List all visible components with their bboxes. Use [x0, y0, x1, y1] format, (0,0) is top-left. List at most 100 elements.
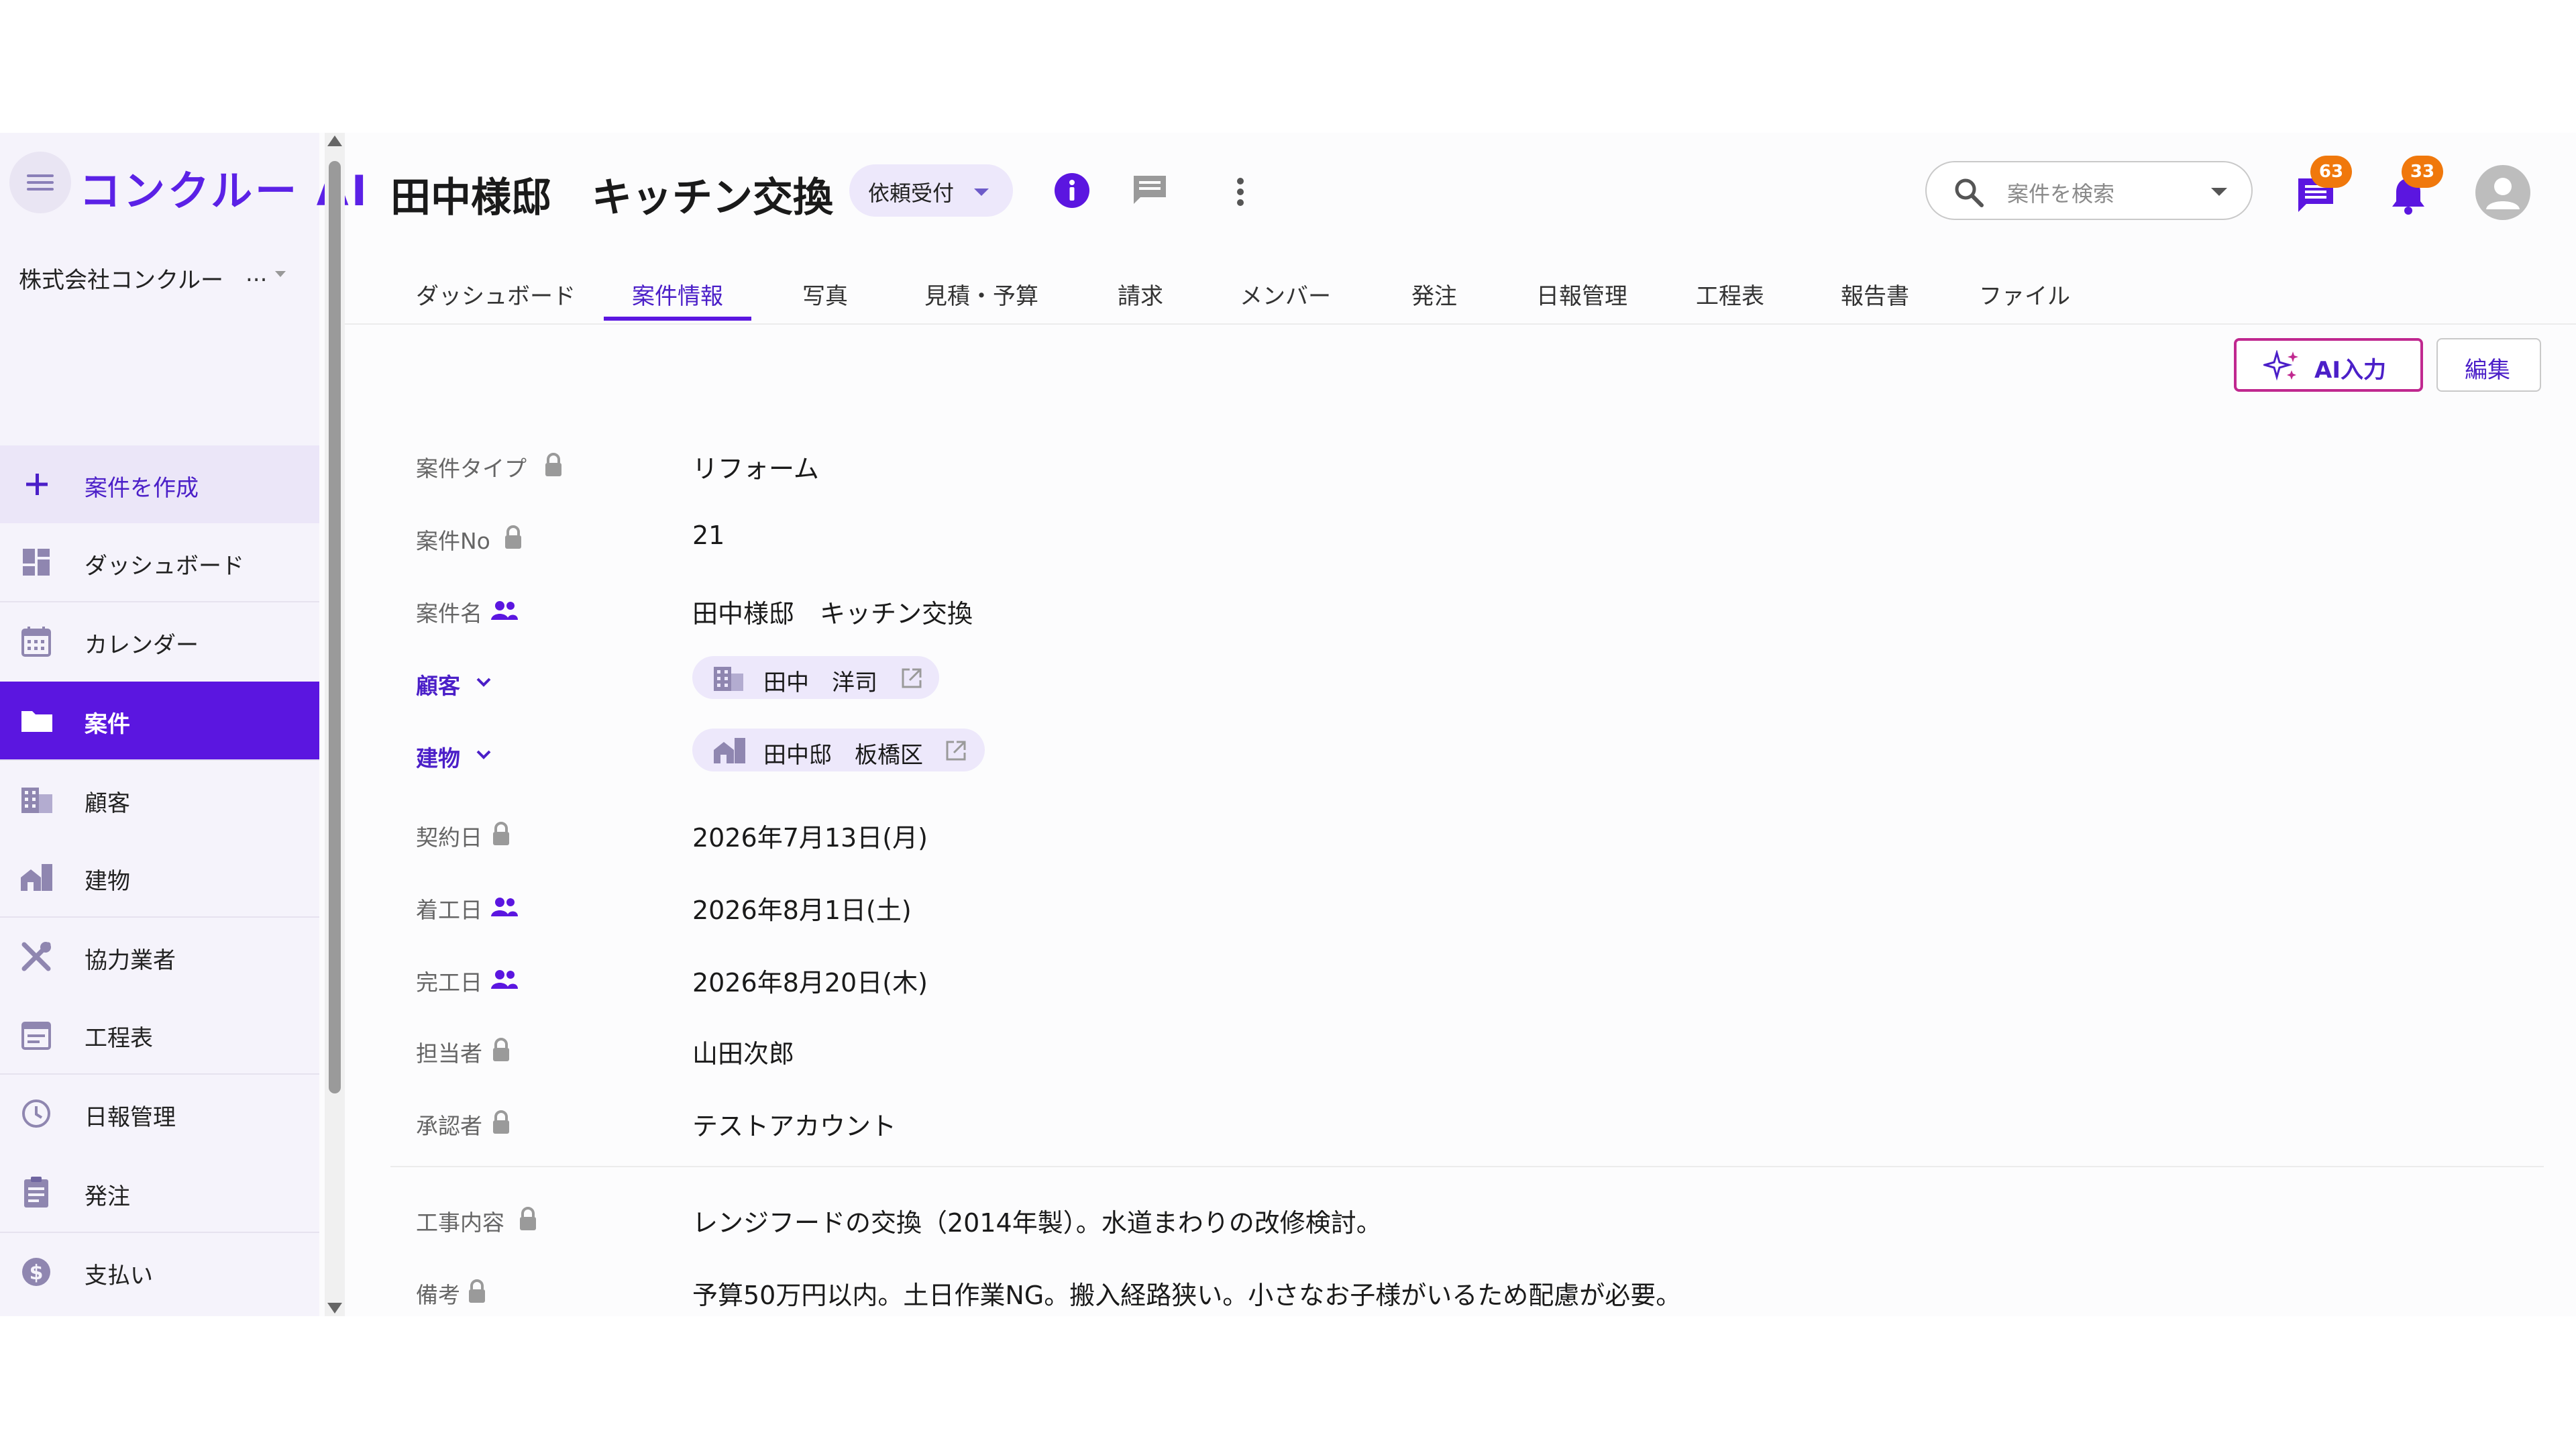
lock-icon: [493, 1038, 509, 1061]
tab-project-info[interactable]: 案件情報: [632, 278, 723, 311]
sidebar-item-buildings[interactable]: 建物: [0, 839, 319, 916]
field-label: 案件名: [416, 600, 482, 627]
field-label: 工事内容: [416, 1210, 504, 1236]
field-row-assignee: 担当者 山田次郎: [345, 1020, 2576, 1087]
field-row-project-type: 案件タイプ リフォーム: [345, 435, 2576, 502]
sidebar-scrollbar[interactable]: [325, 133, 345, 1316]
sidebar-item-label: 案件を作成: [85, 475, 199, 502]
info-icon[interactable]: [1052, 170, 1092, 211]
search-input[interactable]: 案件を検索: [2007, 177, 2114, 208]
svg-text:$: $: [30, 1261, 44, 1285]
company-name[interactable]: 株式会社コンクルー: [19, 262, 223, 294]
dashboard-icon: [23, 549, 50, 576]
ai-input-button[interactable]: AI入力: [2234, 338, 2423, 392]
status-dropdown[interactable]: 依頼受付: [849, 164, 1013, 217]
tab-members[interactable]: メンバー: [1240, 278, 1331, 311]
sidebar-item-create[interactable]: 案件を作成: [0, 445, 319, 523]
chevron-down-icon[interactable]: [474, 674, 494, 690]
building-link-chip[interactable]: 田中邸 板橋区: [692, 729, 985, 771]
tab-reports[interactable]: 報告書: [1841, 278, 1909, 311]
field-label[interactable]: 建物: [416, 741, 460, 773]
field-value: 21: [692, 521, 725, 550]
field-label: 完工日: [416, 969, 482, 996]
clipboard-icon: [24, 1177, 48, 1208]
field-label: 担当者: [416, 1040, 482, 1067]
tab-estimates[interactable]: 見積・予算: [924, 278, 1038, 311]
open-in-new-icon[interactable]: [900, 667, 923, 690]
sidebar-item-label: 協力業者: [85, 947, 176, 974]
avatar[interactable]: [2475, 165, 2530, 220]
field-label[interactable]: 顧客: [416, 668, 460, 700]
dollar-icon: $: [22, 1258, 50, 1286]
field-row-project-no: 案件No 21: [345, 507, 2576, 574]
menu-icon[interactable]: [9, 152, 71, 213]
lock-icon: [469, 1279, 485, 1303]
customer-link-chip[interactable]: 田中 洋司: [692, 656, 939, 699]
people-icon: [491, 601, 518, 620]
ai-input-label: AI入力: [2314, 357, 2386, 384]
company-more[interactable]: ...: [246, 260, 267, 287]
sidebar-item-orders[interactable]: 発注: [0, 1154, 319, 1232]
schedule-icon: [21, 1022, 51, 1050]
chevron-down-icon[interactable]: [275, 271, 286, 277]
field-row-start-date: 着工日 2026年8月1日(土): [345, 876, 2576, 943]
field-label: 案件タイプ: [416, 455, 527, 482]
comment-icon[interactable]: [1130, 172, 1170, 209]
field-row-customer: 顧客 田中 洋司: [345, 652, 2576, 719]
app-window: コンクルー AI 株式会社コンクルー ... 案件を作成 ダッシュボード カレン…: [0, 133, 2576, 1316]
calendar-icon: [21, 627, 51, 657]
building-icon: [714, 667, 743, 691]
scroll-thumb[interactable]: [329, 161, 341, 1093]
search-icon: [1955, 178, 1984, 207]
building-icon: [21, 788, 52, 813]
status-label: 依頼受付: [868, 180, 955, 206]
field-label: 備考: [416, 1282, 460, 1308]
sidebar-item-customers[interactable]: 顧客: [0, 761, 319, 839]
chevron-down-icon[interactable]: [2211, 188, 2227, 196]
field-value: レンジフードの交換（2014年製）。水道まわりの改修検討。: [692, 1208, 1382, 1238]
sidebar-item-label: 工程表: [85, 1025, 153, 1052]
field-row-notes: 備考 予算50万円以内。土日作業NG。搬入経路狭い。小さなお子様がいるため配慮が…: [345, 1261, 2576, 1316]
edit-label: 編集: [2465, 357, 2510, 384]
sidebar-item-label: 案件: [85, 711, 130, 738]
field-label: 案件No: [416, 528, 490, 554]
field-value: 田中様邸 キッチン交換: [692, 599, 973, 629]
chevron-down-icon[interactable]: [474, 746, 494, 762]
building-name: 田中邸 板橋区: [763, 742, 923, 769]
sidebar-item-label: ダッシュボード: [85, 553, 244, 580]
page-title: 田中様邸 キッチン交換: [390, 174, 833, 221]
field-value: 2026年8月20日(木): [692, 968, 928, 998]
scroll-up-icon[interactable]: [327, 136, 342, 146]
sidebar-item-partners[interactable]: 協力業者: [0, 918, 319, 996]
tab-schedule[interactable]: 工程表: [1696, 278, 1764, 311]
chevron-down-icon: [974, 189, 989, 196]
sidebar-item-dashboard[interactable]: ダッシュボード: [0, 523, 319, 601]
section-divider: [390, 1166, 2544, 1167]
sidebar-item-calendar[interactable]: カレンダー: [0, 602, 319, 680]
sidebar: コンクルー AI 株式会社コンクルー ... 案件を作成 ダッシュボード カレン…: [0, 133, 367, 1316]
tab-files[interactable]: ファイル: [1979, 278, 2070, 311]
sidebar-item-billing[interactable]: 請求: [0, 1311, 319, 1316]
tab-billing[interactable]: 請求: [1118, 278, 1163, 311]
sidebar-item-projects[interactable]: 案件: [0, 682, 319, 759]
tab-orders[interactable]: 発注: [1411, 278, 1457, 311]
scroll-down-icon[interactable]: [327, 1303, 342, 1313]
sidebar-item-payments[interactable]: $ 支払い: [0, 1233, 319, 1311]
edit-button[interactable]: 編集: [2436, 338, 2541, 392]
lock-icon: [505, 525, 521, 549]
field-row-work-content: 工事内容 レンジフードの交換（2014年製）。水道まわりの改修検討。: [345, 1189, 2576, 1256]
more-vert-icon[interactable]: [1230, 173, 1250, 211]
sidebar-item-daily-reports[interactable]: 日報管理: [0, 1075, 319, 1152]
field-value: リフォーム: [692, 454, 819, 484]
field-value: 2026年8月1日(土): [692, 896, 912, 925]
tab-dashboard[interactable]: ダッシュボード: [416, 278, 576, 311]
open-in-new-icon[interactable]: [945, 739, 967, 762]
field-value: テストアカウント: [692, 1112, 897, 1141]
search-field[interactable]: 案件を検索: [1925, 161, 2253, 220]
tab-daily-reports[interactable]: 日報管理: [1536, 278, 1627, 311]
tab-photos[interactable]: 写真: [802, 278, 848, 311]
plus-icon: [26, 474, 48, 495]
field-value: 2026年7月13日(月): [692, 823, 928, 853]
sidebar-item-schedule[interactable]: 工程表: [0, 996, 319, 1073]
sidebar-item-label: 建物: [85, 868, 130, 895]
